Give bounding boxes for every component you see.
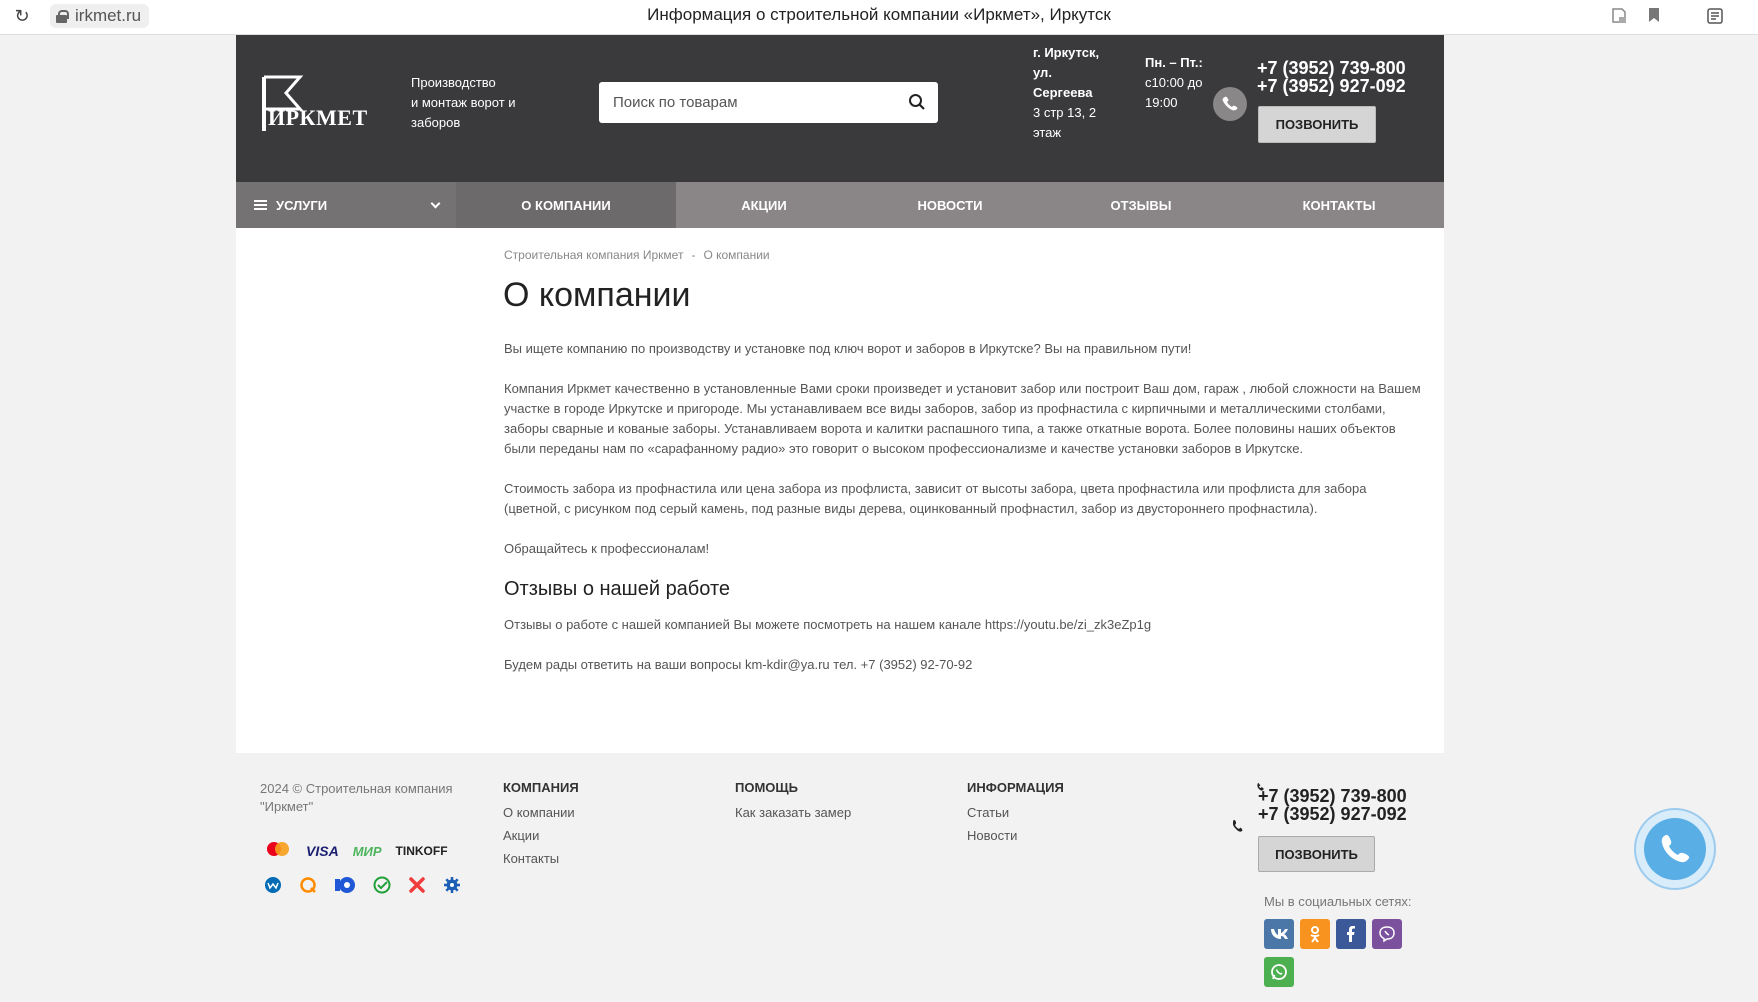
phone-icon xyxy=(1213,87,1247,121)
nav-services-label: УСЛУГИ xyxy=(276,197,328,213)
page-title: О компании xyxy=(503,276,691,314)
nav-item-contacts[interactable]: КОНТАКТЫ xyxy=(1234,182,1444,228)
extension-icon[interactable] xyxy=(1610,7,1628,25)
footer-col-help: ПОМОЩЬ Как заказать замер xyxy=(735,780,851,824)
social-title: Мы в социальных сетях: xyxy=(1264,894,1412,909)
footer-phones: +7 (3952) 739-800 +7 (3952) 927-092 xyxy=(1258,787,1407,823)
article-body: Вы ищете компанию по производству и уста… xyxy=(504,339,1424,695)
paragraph: Стоимость забора из профнастила или цена… xyxy=(504,481,1367,516)
browser-toolbar: ↻ irkmet.ru Информация о строительной ко… xyxy=(0,0,1758,35)
breadcrumb-separator: - xyxy=(691,248,696,262)
page-tab-title: Информация о строительной компании «Иркм… xyxy=(647,5,1111,24)
footer-link-measure[interactable]: Как заказать замер xyxy=(735,801,851,824)
webmoney-icon xyxy=(264,876,282,899)
paragraph: Вы ищете компанию по производству и уста… xyxy=(504,341,1192,356)
footer-phone-2[interactable]: +7 (3952) 927-092 xyxy=(1258,805,1407,823)
footer-col-info: ИНФОРМАЦИЯ Статьи Новости xyxy=(967,780,1064,847)
phone-icon xyxy=(1644,818,1706,880)
search-input[interactable] xyxy=(599,82,889,123)
nav-item-reviews[interactable]: ОТЗЫВЫ xyxy=(1048,182,1234,228)
header-phone-2[interactable]: +7 (3952) 927-092 xyxy=(1257,77,1406,95)
footer-col-company: КОМПАНИЯ О компании Акции Контакты xyxy=(503,780,579,870)
menu-icon xyxy=(254,200,267,210)
sberpay-icon xyxy=(373,876,391,899)
qiwi-icon xyxy=(299,876,317,899)
visa-icon: VISA xyxy=(306,843,339,859)
footer-link-news[interactable]: Новости xyxy=(967,824,1064,847)
odnoklassniki-icon[interactable] xyxy=(1300,919,1330,949)
site-container: ИРКМЕТ Производство и монтаж ворот и заб… xyxy=(236,35,1444,758)
call-button[interactable]: ПОЗВОНИТЬ xyxy=(1258,106,1376,143)
mir-icon: МИР xyxy=(352,843,382,859)
floating-call-button[interactable] xyxy=(1634,808,1716,890)
nav-item-about[interactable]: О КОМПАНИИ xyxy=(456,182,676,228)
site-header: ИРКМЕТ Производство и монтаж ворот и заб… xyxy=(236,35,1444,182)
logo[interactable]: ИРКМЕТ xyxy=(260,73,370,135)
address: г. Иркутск, ул. Сергеева 3 стр 13, 2 эта… xyxy=(1033,43,1113,143)
search-icon[interactable] xyxy=(908,93,926,111)
tagline: Производство и монтаж ворот и заборов xyxy=(411,75,516,130)
footer-phone-1[interactable]: +7 (3952) 739-800 xyxy=(1258,787,1407,805)
mastercard-icon xyxy=(264,840,292,863)
payment-methods: VISA МИР TINKOFF xyxy=(264,841,464,913)
phone-icon xyxy=(1231,819,1245,838)
copyright: 2024 © Строительная компания "Иркмет" xyxy=(260,781,453,814)
reviews-heading: Отзывы о нашей работе xyxy=(504,578,731,600)
search-box xyxy=(599,82,938,123)
main-nav: УСЛУГИ О КОМПАНИИ АКЦИИ НОВОСТИ ОТЗЫВЫ К… xyxy=(236,182,1444,228)
logo-text: ИРКМЕТ xyxy=(268,105,368,130)
nav-item-promotions[interactable]: АКЦИИ xyxy=(676,182,852,228)
address-building: 3 стр 13, 2 этаж xyxy=(1033,105,1097,140)
whatsapp-icon[interactable] xyxy=(1264,957,1294,987)
paragraph: Компания Иркмет качественно в установлен… xyxy=(504,381,1421,456)
address-city: г. Иркутск, ул. Сергеева xyxy=(1033,45,1100,100)
yoomoney-icon xyxy=(334,876,356,899)
working-hours: Пн. – Пт.: с10:00 до 19:00 xyxy=(1145,53,1205,113)
x-pay-icon xyxy=(408,876,426,899)
footer-link-articles[interactable]: Статьи xyxy=(967,801,1064,824)
main-content: Строительная компания Иркмет - О компании … xyxy=(236,228,1444,758)
paragraph: Обращайтесь к профессионалам! xyxy=(504,541,710,556)
facebook-icon[interactable] xyxy=(1336,919,1366,949)
tinkoff-icon: TINKOFF xyxy=(395,844,448,858)
header-phone-1[interactable]: +7 (3952) 739-800 xyxy=(1257,59,1406,77)
footer-link-promotions[interactable]: Акции xyxy=(503,824,579,847)
breadcrumb-current: О компании xyxy=(703,248,770,262)
viber-icon[interactable] xyxy=(1372,919,1402,949)
nav-services[interactable]: УСЛУГИ xyxy=(236,182,456,228)
breadcrumb: Строительная компания Иркмет - О компании xyxy=(504,248,770,262)
footer-call-button[interactable]: ПОЗВОНИТЬ xyxy=(1258,836,1375,872)
breadcrumb-home[interactable]: Строительная компания Иркмет xyxy=(504,248,683,262)
settings-pay-icon xyxy=(443,876,461,899)
reader-icon[interactable] xyxy=(1706,7,1724,25)
paragraph: Будем рады ответить на ваши вопросы km-k… xyxy=(504,657,973,672)
paragraph: Отзывы о работе с нашей компанией Вы мож… xyxy=(504,617,1152,632)
header-phones: +7 (3952) 739-800 +7 (3952) 927-092 xyxy=(1257,59,1406,95)
hours-time: с10:00 до 19:00 xyxy=(1145,75,1203,110)
footer-link-about[interactable]: О компании xyxy=(503,801,579,824)
hours-days: Пн. – Пт.: xyxy=(1145,55,1203,70)
footer-link-contacts[interactable]: Контакты xyxy=(503,847,579,870)
bookmark-icon[interactable] xyxy=(1645,7,1663,25)
vk-icon[interactable] xyxy=(1264,919,1294,949)
nav-item-news[interactable]: НОВОСТИ xyxy=(852,182,1048,228)
chevron-down-icon xyxy=(430,198,441,209)
site-footer: 2024 © Строительная компания "Иркмет" VI… xyxy=(236,753,1444,1002)
